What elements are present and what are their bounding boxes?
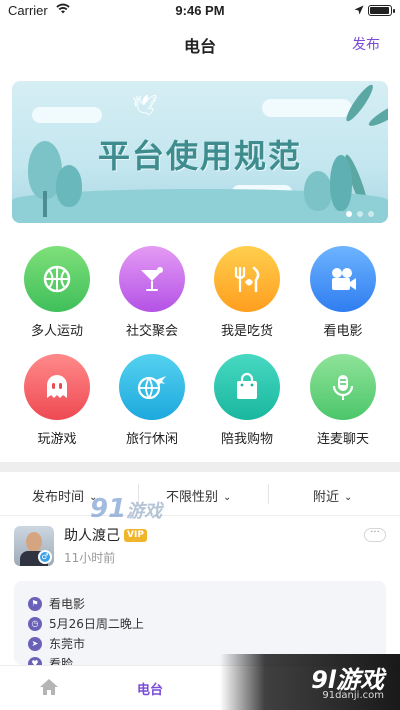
detail-row: ♥ 看脸 — [28, 655, 73, 665]
tab-label: 电台 — [137, 683, 164, 698]
user-name[interactable]: 助人渡己 — [64, 525, 120, 545]
category-label: 我是吃货 — [220, 324, 273, 339]
cocktail-icon — [141, 267, 163, 291]
watermark-corner: 9l游戏 91danji.com — [220, 654, 400, 710]
banner-cloud — [32, 107, 102, 123]
post-details: ⚑ 看电影 ◷ 5月26日周二晚上 ➤ 东莞市 ♥ 看脸 — [14, 581, 386, 665]
filter-bar: 发布时间 ⌄ 不限性别 ⌄ 附近 ⌄ — [0, 472, 400, 516]
clock-time: 9:46 PM — [175, 3, 225, 18]
category-item[interactable]: 我是吃货 — [202, 246, 292, 339]
category-label: 连麦聊天 — [316, 432, 369, 447]
male-icon: ♂ — [38, 550, 52, 564]
battery-icon — [368, 5, 395, 16]
category-label: 旅行休闲 — [125, 432, 178, 447]
category-item[interactable]: 陪我购物 — [202, 354, 292, 447]
banner-tree — [304, 171, 332, 211]
category-label: 玩游戏 — [37, 432, 77, 447]
detail-row: ➤ 东莞市 — [28, 635, 85, 652]
status-bar: Carrier 9:46 PM — [0, 0, 400, 22]
carousel-dot[interactable] — [346, 211, 352, 217]
detail-row: ◷ 5月26日周二晚上 — [28, 615, 144, 632]
publish-button[interactable]: 发布 — [352, 34, 380, 54]
filter-separator — [268, 484, 269, 504]
page-title: 电台 — [183, 37, 216, 56]
category-circle — [214, 354, 280, 420]
movie-camera-icon — [332, 268, 356, 290]
detail-row: ⚑ 看电影 — [28, 595, 85, 612]
banner-leaf — [366, 98, 388, 130]
nav-bar: 电台 发布 — [0, 22, 400, 66]
chevron-down-icon: ⌄ — [223, 492, 232, 503]
banner-trunk — [43, 191, 47, 217]
carousel-dot[interactable] — [368, 211, 374, 217]
filter-label: 发布时间 — [32, 490, 85, 505]
food-icon — [234, 266, 260, 293]
category-item[interactable]: 连麦聊天 — [298, 354, 388, 447]
filter-label: 不限性别 — [166, 490, 219, 505]
post-time: 11小时前 — [64, 551, 116, 565]
more-button[interactable]: ··· — [364, 528, 386, 542]
shopping-bag-icon — [237, 372, 257, 399]
watermark-url: 91danji.com — [322, 690, 384, 701]
detail-text: 看电影 — [49, 597, 86, 611]
filter-gender[interactable]: 不限性别 ⌄ — [166, 486, 231, 505]
category-item[interactable]: 看电影 — [298, 246, 388, 339]
watermark-text: 游戏 — [126, 501, 163, 522]
basketball-icon — [43, 265, 71, 293]
filter-label: 附近 — [313, 490, 340, 505]
tab-radio[interactable]: 电台 — [137, 679, 163, 698]
category-item[interactable]: 玩游戏 — [12, 354, 102, 447]
category-item[interactable]: 多人运动 — [12, 246, 102, 339]
banner-title: 平台使用规范 — [97, 137, 302, 175]
category-item[interactable]: 旅行休闲 — [107, 354, 197, 447]
carousel-dot[interactable] — [357, 211, 363, 217]
flag-icon: ⚑ — [28, 596, 42, 611]
category-label: 陪我购物 — [220, 432, 273, 447]
location-icon: ➤ — [28, 636, 42, 651]
category-circle — [119, 354, 185, 420]
banner-cloud — [262, 99, 352, 117]
tab-home[interactable] — [38, 677, 60, 701]
chevron-down-icon: ⌄ — [344, 492, 353, 503]
vip-badge: VIP — [124, 529, 147, 542]
category-circle — [310, 354, 376, 420]
banner-carousel[interactable]: 🕊 平台使用规范 — [12, 81, 388, 223]
category-label: 多人运动 — [30, 324, 83, 339]
category-circle — [310, 246, 376, 312]
filter-publish-time[interactable]: 发布时间 ⌄ — [32, 486, 97, 505]
category-circle — [24, 354, 90, 420]
category-label: 社交聚会 — [125, 324, 178, 339]
category-circle — [214, 246, 280, 312]
travel-icon — [137, 376, 166, 400]
detail-text: 5月26日周二晚上 — [49, 617, 144, 631]
category-circle — [119, 246, 185, 312]
location-arrow-icon — [354, 4, 364, 19]
avatar-head — [26, 532, 42, 552]
category-label: 看电影 — [323, 324, 363, 339]
bird-icon: 🕊 — [132, 93, 158, 117]
heart-icon: ♥ — [28, 656, 42, 665]
post-card[interactable]: ♂ 助人渡己 VIP 11小时前 ··· ⚑ 看电影 ◷ 5月26日周二晚上 ➤… — [0, 520, 400, 665]
category-circle — [24, 246, 90, 312]
home-icon — [40, 679, 58, 695]
category-item[interactable]: 社交聚会 — [107, 246, 197, 339]
ghost-icon — [47, 375, 67, 398]
battery-fill — [370, 7, 389, 14]
carousel-dots — [346, 211, 374, 217]
microphone-icon — [332, 375, 354, 400]
filter-nearby[interactable]: 附近 ⌄ — [313, 486, 352, 505]
section-divider — [0, 462, 400, 472]
detail-text: 看脸 — [49, 657, 74, 665]
detail-text: 东莞市 — [49, 637, 86, 651]
clock-icon: ◷ — [28, 616, 42, 631]
